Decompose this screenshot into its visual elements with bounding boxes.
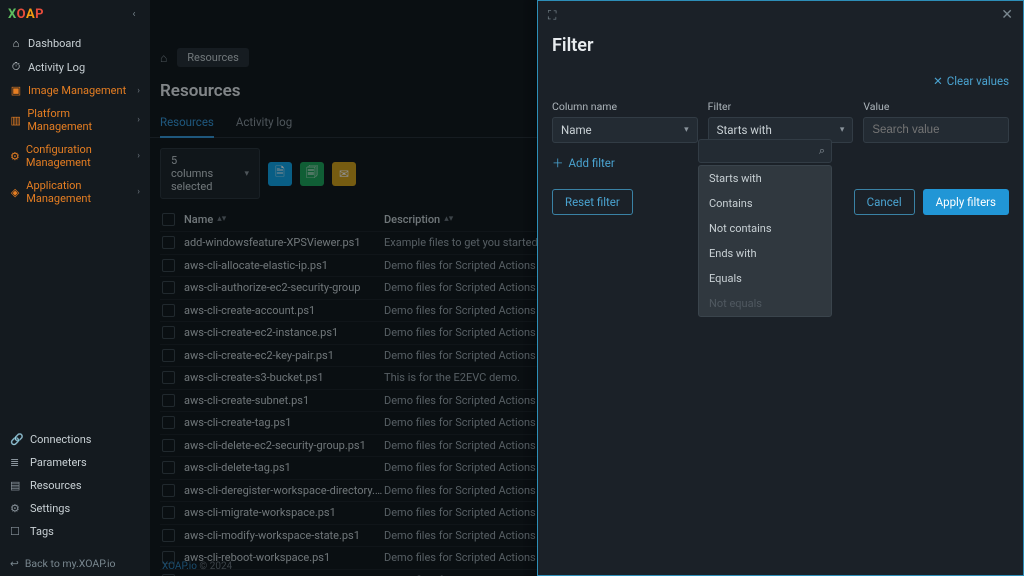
nav-icon: ⌂ xyxy=(10,37,22,50)
nav-bottom: 🔗 Connections ≣ Parameters ▤ Resources ⚙ Settin… xyxy=(0,426,150,543)
nav-icon: ☐ xyxy=(10,525,22,538)
cancel-button[interactable]: Cancel xyxy=(854,189,915,215)
nav-label: Application Management xyxy=(26,179,131,205)
clear-values-link[interactable]: ✕ Clear values xyxy=(933,74,1009,88)
nav-label: Platform Management xyxy=(27,107,131,133)
dropdown-option[interactable]: Equals xyxy=(699,266,831,291)
nav-item-activity-log[interactable]: ⏱ Activity Log xyxy=(0,55,150,79)
nav-icon: ▤ xyxy=(10,479,22,492)
nav-label: Resources xyxy=(30,479,82,492)
dropdown-search-input[interactable] xyxy=(705,145,819,157)
filter-label: Filter xyxy=(708,100,854,113)
nav-icon: ▥ xyxy=(10,114,21,127)
nav-item-configuration-management[interactable]: ⚙ Configuration Management › xyxy=(0,138,150,174)
panel-title: Filter xyxy=(538,29,1023,60)
chevron-right-icon: › xyxy=(137,187,140,197)
nav-label: Dashboard xyxy=(28,37,81,50)
back-link[interactable]: ↩ Back to my.XOAP.io xyxy=(0,549,150,576)
dropdown-option[interactable]: Ends with xyxy=(699,241,831,266)
back-label: Back to my.XOAP.io xyxy=(25,557,116,570)
nav-label: Tags xyxy=(30,525,54,538)
nav-icon: ⚙ xyxy=(10,502,22,515)
nav-bottom-parameters[interactable]: ≣ Parameters xyxy=(0,451,150,474)
panel-close-icon[interactable]: ✕ xyxy=(1001,7,1013,23)
dropdown-option[interactable]: Not equals xyxy=(699,291,831,316)
nav-primary: ⌂ Dashboard ⏱ Activity Log ▣ Image Management… xyxy=(0,28,150,214)
dropdown-search-wrap: ⌕ xyxy=(698,139,832,163)
sidebar: XOAP ‹ ⌂ Dashboard ⏱ Activity Log ▣ Image Man… xyxy=(0,0,150,576)
nav-icon: ⚙ xyxy=(10,150,20,163)
chevron-down-icon: ▾ xyxy=(840,125,845,135)
nav-icon: ▣ xyxy=(10,84,22,97)
search-icon: ⌕ xyxy=(819,144,825,158)
value-input[interactable] xyxy=(872,124,1000,136)
panel-expand-icon[interactable]: ⛶ xyxy=(548,8,556,23)
apply-filters-button[interactable]: Apply filters xyxy=(923,189,1009,215)
nav-label: Settings xyxy=(30,502,70,515)
nav-icon: ◈ xyxy=(10,186,20,199)
nav-item-image-management[interactable]: ▣ Image Management › xyxy=(0,79,150,102)
sidebar-collapse-icon[interactable]: ‹ xyxy=(126,6,142,22)
dropdown-option[interactable]: Contains xyxy=(699,191,831,216)
plus-icon: ＋ xyxy=(552,155,564,171)
nav-icon: ⏱ xyxy=(10,60,22,74)
logo: XOAP xyxy=(8,7,44,22)
dropdown-option[interactable]: Starts with xyxy=(699,166,831,191)
nav-label: Configuration Management xyxy=(26,143,131,169)
dropdown-option[interactable]: Not contains xyxy=(699,216,831,241)
nav-bottom-connections[interactable]: 🔗 Connections xyxy=(0,428,150,451)
nav-item-dashboard[interactable]: ⌂ Dashboard xyxy=(0,32,150,55)
back-icon: ↩ xyxy=(10,557,19,570)
chevron-right-icon: › xyxy=(137,115,140,125)
value-input-wrap xyxy=(863,117,1009,143)
nav-label: Activity Log xyxy=(28,61,85,74)
nav-item-application-management[interactable]: ◈ Application Management › xyxy=(0,174,150,210)
nav-bottom-tags[interactable]: ☐ Tags xyxy=(0,520,150,543)
chevron-right-icon: › xyxy=(137,151,140,161)
nav-label: Parameters xyxy=(30,456,87,469)
close-icon: ✕ xyxy=(933,74,943,88)
value-label: Value xyxy=(863,100,1009,113)
reset-filter-button[interactable]: Reset filter xyxy=(552,189,633,215)
nav-label: Image Management xyxy=(28,84,126,97)
filter-panel: ⛶ ✕ Filter ✕ Clear values Column name Na… xyxy=(537,0,1024,576)
nav-icon: 🔗 xyxy=(10,433,22,446)
nav-label: Connections xyxy=(30,433,91,446)
chevron-down-icon: ▾ xyxy=(684,125,689,135)
chevron-right-icon: › xyxy=(137,86,140,96)
nav-bottom-settings[interactable]: ⚙ Settings xyxy=(0,497,150,520)
nav-icon: ≣ xyxy=(10,456,22,469)
filter-type-dropdown: ⌕ Starts withContainsNot containsEnds wi… xyxy=(698,139,832,317)
column-name-label: Column name xyxy=(552,100,698,113)
column-name-select[interactable]: Name ▾ xyxy=(552,117,698,143)
nav-bottom-resources[interactable]: ▤ Resources xyxy=(0,474,150,497)
nav-item-platform-management[interactable]: ▥ Platform Management › xyxy=(0,102,150,138)
